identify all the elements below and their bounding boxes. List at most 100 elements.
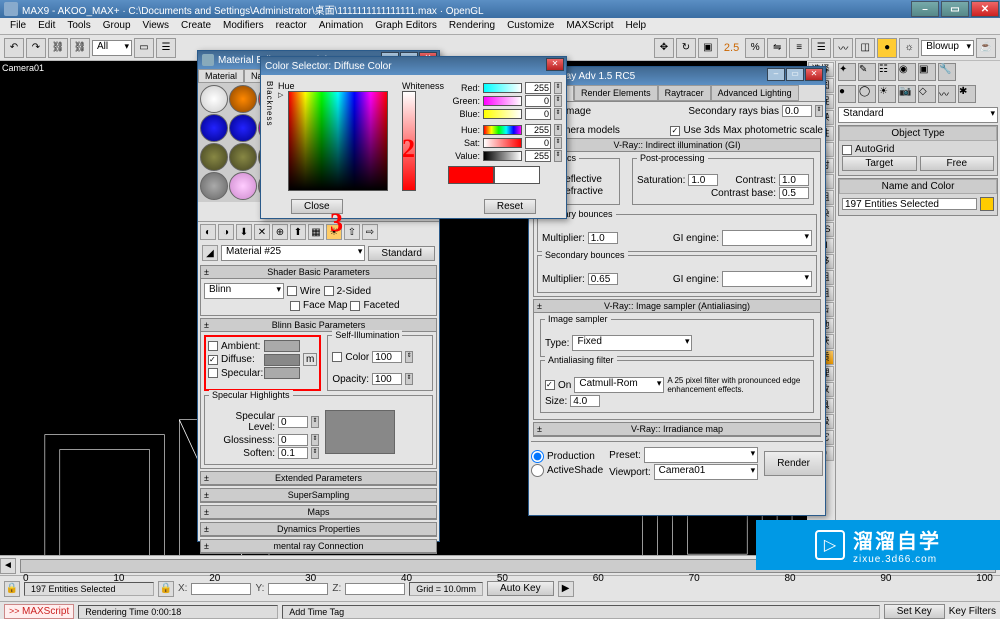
menu-maxscript[interactable]: MAXScript (560, 18, 619, 34)
menu-tools[interactable]: Tools (61, 18, 96, 34)
render-titlebar[interactable]: V-Ray Adv 1.5 RC5 – ▭ ✕ (529, 67, 825, 85)
preset-dropdown[interactable] (644, 447, 758, 463)
2sided-checkbox[interactable] (324, 286, 334, 296)
menu-rendering[interactable]: Rendering (443, 18, 501, 34)
red-field[interactable]: 255 (525, 82, 551, 94)
wire-checkbox[interactable] (287, 286, 297, 296)
facemap-checkbox[interactable] (290, 301, 300, 311)
schematic-button[interactable]: ◫ (855, 38, 875, 58)
motion-tab[interactable]: ◉ (898, 63, 916, 81)
swatch-1[interactable] (200, 85, 228, 113)
material-name-field[interactable]: Material #25 (221, 245, 365, 261)
menu-animation[interactable]: Animation (313, 18, 369, 34)
ambient-color[interactable] (264, 340, 300, 352)
menu-help[interactable]: Help (620, 18, 653, 34)
colorsel-close2-button[interactable]: Close (291, 199, 343, 214)
material-editor-button[interactable]: ● (877, 38, 897, 58)
supersampling-rollout[interactable]: SuperSampling (201, 489, 436, 502)
material-type-button[interactable]: Standard (368, 246, 435, 261)
render-setup-button[interactable]: ☼ (899, 38, 919, 58)
cat-spacewarps[interactable]: 〰 (938, 85, 956, 103)
render-tab-elements[interactable]: Render Elements (574, 85, 658, 101)
make-unique-icon[interactable]: ⊕ (272, 224, 288, 240)
render-tab-advlight[interactable]: Advanced Lighting (711, 85, 799, 101)
put-scene-icon[interactable]: ⬆ (290, 224, 306, 240)
free-button[interactable]: Free (920, 156, 995, 171)
display-tab[interactable]: ▣ (918, 63, 936, 81)
put-material-icon[interactable]: ◑ (218, 224, 234, 240)
faceted-checkbox[interactable] (350, 301, 360, 311)
hierarchy-tab[interactable]: ☷ (878, 63, 896, 81)
maximize-button[interactable]: ▭ (941, 1, 969, 17)
create-tab[interactable]: ✦ (838, 63, 856, 81)
aa-filter-dropdown[interactable]: Catmull-Rom (574, 377, 664, 393)
go-sibling-icon[interactable]: ⇨ (362, 224, 378, 240)
cat-shapes[interactable]: ◯ (858, 85, 876, 103)
render-min-button[interactable]: – (767, 68, 785, 81)
menu-reactor[interactable]: reactor (270, 18, 313, 34)
select-button[interactable]: ▭ (134, 38, 154, 58)
mat-tab-material[interactable]: Material (198, 69, 244, 82)
hue-picker[interactable] (288, 91, 388, 191)
category-dropdown[interactable]: Standard (838, 107, 998, 123)
shader-dropdown[interactable]: Blinn (204, 283, 284, 299)
lock-icon[interactable]: 🔒 (4, 581, 20, 597)
aa-rollout-header[interactable]: V-Ray:: Image sampler (Antialiasing) (534, 300, 820, 313)
close-button[interactable]: ✕ (971, 1, 999, 17)
redo-button[interactable]: ↷ (26, 38, 46, 58)
menu-customize[interactable]: Customize (501, 18, 560, 34)
select-name-button[interactable]: ☰ (156, 38, 176, 58)
object-color-swatch[interactable] (980, 197, 994, 211)
layer-button[interactable]: ☰ (811, 38, 831, 58)
menu-grapheditors[interactable]: Graph Editors (369, 18, 443, 34)
colorsel-close-button[interactable]: ✕ (546, 58, 564, 71)
minimize-button[interactable]: – (911, 1, 939, 17)
undo-button[interactable]: ↶ (4, 38, 24, 58)
go-parent-icon[interactable]: ⇧ (344, 224, 360, 240)
sampler-type-dropdown[interactable]: Fixed (572, 335, 692, 351)
swatch-11[interactable] (229, 172, 257, 200)
blue-field[interactable]: 0 (525, 108, 551, 120)
production-radio[interactable] (531, 450, 544, 463)
primary-engine-dropdown[interactable] (722, 230, 812, 246)
activeshade-radio[interactable] (531, 464, 544, 477)
y-coord[interactable] (268, 583, 328, 595)
use3ds-checkbox[interactable] (670, 126, 680, 136)
assign-material-icon[interactable]: ⬇ (236, 224, 252, 240)
scale-button[interactable]: ▣ (698, 38, 718, 58)
menu-views[interactable]: Views (137, 18, 176, 34)
sat-field[interactable]: 0 (525, 137, 551, 149)
menu-create[interactable]: Create (175, 18, 217, 34)
menu-group[interactable]: Group (97, 18, 137, 34)
unlink-button[interactable]: ⛓ (70, 38, 90, 58)
object-name-field[interactable] (842, 198, 977, 210)
menu-edit[interactable]: Edit (32, 18, 61, 34)
rotate-button[interactable]: ↻ (676, 38, 696, 58)
menu-modifiers[interactable]: Modifiers (217, 18, 270, 34)
quick-render-button[interactable]: ☕ (976, 38, 996, 58)
value-field[interactable]: 255 (525, 150, 551, 162)
diffuse-color[interactable] (264, 354, 300, 366)
curve-editor-button[interactable]: 〰 (833, 38, 853, 58)
show-map-icon[interactable]: ▦ (308, 224, 324, 240)
get-material-icon[interactable]: ◐ (200, 224, 216, 240)
time-tag[interactable]: Add Time Tag (282, 605, 879, 619)
utilities-tab[interactable]: 🔧 (938, 63, 956, 81)
modify-tab[interactable]: ✎ (858, 63, 876, 81)
autogrid-checkbox[interactable] (842, 145, 852, 155)
mirror-button[interactable]: ⇋ (767, 38, 787, 58)
z-coord[interactable] (345, 583, 405, 595)
render-view-dropdown[interactable]: Blowup (921, 40, 974, 56)
dynamics-rollout[interactable]: Dynamics Properties (201, 523, 436, 536)
cat-helpers[interactable]: ◇ (918, 85, 936, 103)
align-button[interactable]: ≡ (789, 38, 809, 58)
percent-snap-button[interactable]: % (745, 38, 765, 58)
cat-geometry[interactable]: ● (838, 85, 856, 103)
setkey-button[interactable]: Set Key (884, 604, 945, 619)
swatch-7[interactable] (200, 143, 228, 171)
hue-field[interactable]: 255 (525, 124, 551, 136)
aa-on-checkbox[interactable] (545, 380, 555, 390)
colorsel-titlebar[interactable]: Color Selector: Diffuse Color ✕ (261, 57, 566, 75)
render-max-button[interactable]: ▭ (786, 68, 804, 81)
move-button[interactable]: ✥ (654, 38, 674, 58)
